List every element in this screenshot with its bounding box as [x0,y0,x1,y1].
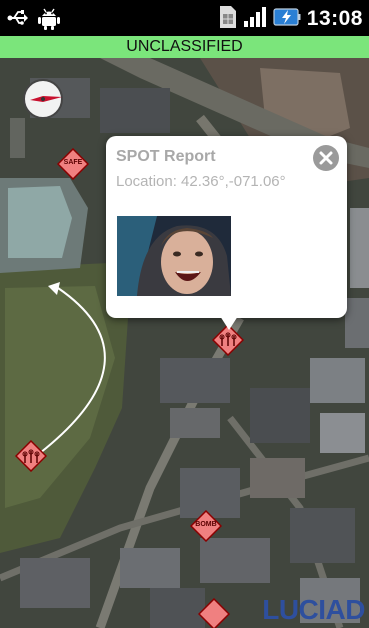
compass-icon [23,79,63,119]
spot-report-popup: SPOT Report Location: 42.36°,-071.06° [106,136,347,318]
status-bar: 13:08 [0,0,369,36]
sensor-marker[interactable] [15,440,47,472]
sensor-marker-icon [15,440,47,472]
partial-marker[interactable] [198,598,230,628]
person-photo-icon [117,216,231,296]
bomb-marker[interactable]: BOMB [190,510,222,542]
clock-time: 13:08 [306,7,363,30]
popup-location: Location: 42.36°,-071.06° [116,173,286,190]
luciad-logo: LUCIAD [262,594,365,625]
popup-pointer [220,316,238,330]
battery-charging-icon [273,6,301,32]
compass-button[interactable] [22,78,64,120]
signal-icon [243,6,267,32]
close-icon [319,151,333,165]
marker-label: BOMB [195,521,217,528]
popup-title: SPOT Report [116,148,216,165]
safe-marker[interactable]: SAFE [57,148,89,180]
report-photo[interactable] [117,216,231,296]
sim-card-icon [219,5,237,33]
classification-banner: UNCLASSIFIED [0,36,369,58]
diamond-marker-icon [198,598,230,628]
usb-icon [6,7,28,33]
close-button[interactable] [313,145,339,171]
android-debug-icon [38,6,60,34]
marker-label: SAFE [63,159,83,166]
